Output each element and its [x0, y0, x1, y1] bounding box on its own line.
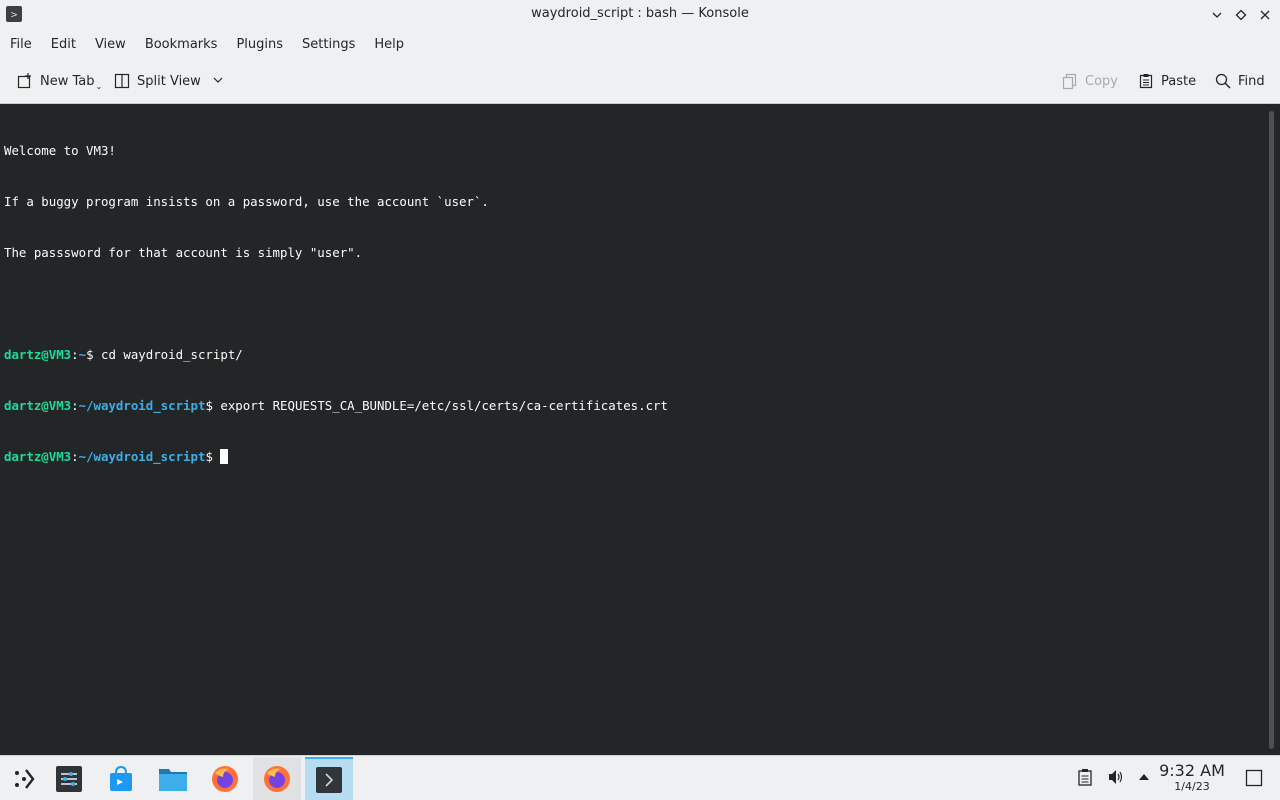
split-view-icon — [113, 72, 131, 90]
menu-help[interactable]: Help — [368, 33, 410, 56]
command-text: cd waydroid_script/ — [101, 347, 243, 362]
taskbar: 9:32 AM 1/4/23 — [0, 755, 1280, 800]
paste-icon — [1137, 72, 1155, 90]
command-text: export REQUESTS_CA_BUNDLE=/etc/ssl/certs… — [220, 398, 668, 413]
scrollbar-thumb[interactable] — [1269, 111, 1274, 749]
menu-settings[interactable]: Settings — [296, 33, 361, 56]
prompt-path: ~/waydroid_script — [78, 449, 206, 464]
toolbar: New Tab ⌄ Split View Copy Paste Find — [0, 58, 1280, 104]
menu-edit[interactable]: Edit — [45, 33, 82, 56]
menu-view[interactable]: View — [89, 33, 132, 56]
menu-file[interactable]: File — [4, 33, 38, 56]
menu-bar: File Edit View Bookmarks Plugins Setting… — [0, 30, 1280, 58]
discover-icon[interactable] — [97, 757, 145, 800]
split-view-label: Split View — [137, 73, 201, 89]
command-line: dartz@VM3:~$ cd waydroid_script/ — [4, 347, 243, 362]
split-view-button[interactable]: Split View — [113, 70, 223, 92]
application-launcher-icon[interactable] — [0, 757, 48, 800]
title-bar: > waydroid_script : bash — Konsole — [0, 0, 1280, 30]
text-cursor — [220, 449, 229, 464]
clipboard-icon[interactable] — [1077, 768, 1093, 790]
show-desktop-icon[interactable] — [1245, 769, 1263, 791]
close-icon[interactable] — [1255, 5, 1275, 25]
minimize-icon[interactable] — [1207, 5, 1227, 25]
tray-expand-icon[interactable] — [1137, 768, 1151, 790]
copy-label: Copy — [1085, 73, 1118, 89]
prompt-user-host: dartz@VM3 — [4, 398, 72, 413]
system-settings-icon[interactable] — [45, 757, 93, 800]
paste-label: Paste — [1161, 73, 1197, 89]
prompt-user-host: dartz@VM3 — [4, 347, 72, 362]
find-button[interactable]: Find — [1214, 70, 1265, 92]
new-tab-label: New Tab — [40, 73, 95, 89]
dropdown-arrow-icon: ⌄ — [95, 81, 103, 91]
maximize-icon[interactable] — [1231, 5, 1251, 25]
konsole-icon[interactable] — [305, 757, 353, 800]
welcome-line: Welcome to VM3! — [4, 143, 116, 158]
command-line: dartz@VM3:~/waydroid_script$ — [4, 448, 1260, 465]
window-title: waydroid_script : bash — Konsole — [531, 6, 749, 21]
copy-icon — [1061, 72, 1079, 90]
prompt-path: ~ — [78, 347, 87, 362]
terminal-scrollbar[interactable] — [1264, 105, 1280, 755]
volume-icon[interactable] — [1107, 768, 1125, 790]
copy-button[interactable]: Copy — [1061, 70, 1118, 92]
prompt-path: ~/waydroid_script — [78, 398, 206, 413]
firefox-icon[interactable] — [201, 757, 249, 800]
clock-date: 1/4/23 — [1174, 780, 1210, 793]
clock-time: 9:32 AM — [1159, 761, 1225, 780]
new-tab-button[interactable]: New Tab ⌄ — [16, 70, 102, 92]
new-tab-icon — [16, 72, 34, 90]
command-line: dartz@VM3:~/waydroid_script$ export REQU… — [4, 398, 668, 413]
file-manager-icon[interactable] — [149, 757, 197, 800]
terminal-view[interactable]: Welcome to VM3! If a buggy program insis… — [0, 105, 1264, 755]
chevron-down-icon[interactable] — [213, 74, 223, 89]
welcome-line: If a buggy program insists on a password… — [4, 194, 489, 209]
paste-button[interactable]: Paste — [1137, 70, 1196, 92]
menu-bookmarks[interactable]: Bookmarks — [139, 33, 224, 56]
search-icon — [1214, 72, 1232, 90]
find-label: Find — [1238, 73, 1265, 89]
welcome-line: The passsword for that account is simply… — [4, 245, 363, 260]
prompt-user-host: dartz@VM3 — [4, 449, 72, 464]
digital-clock[interactable]: 9:32 AM 1/4/23 — [1156, 762, 1228, 794]
firefox-icon[interactable] — [253, 757, 301, 800]
menu-plugins[interactable]: Plugins — [230, 33, 289, 56]
